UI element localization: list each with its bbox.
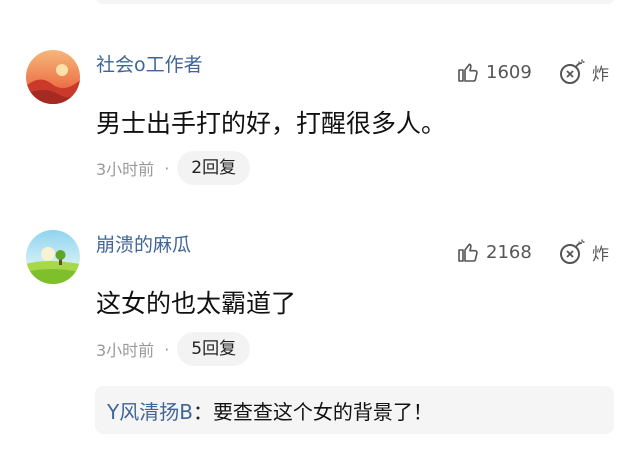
reply-text: 要查查这个女的背景了！ bbox=[212, 399, 433, 424]
replies-button[interactable]: 2回复 bbox=[177, 151, 251, 185]
bomb-button[interactable]: 炸 bbox=[558, 238, 609, 266]
bomb-icon bbox=[560, 239, 585, 264]
comment-meta: 3小时前 · 2回复 bbox=[96, 151, 251, 185]
replies-button[interactable]: 5回复 bbox=[177, 332, 251, 366]
comment-text: 男士出手打的好，打醒很多人。 bbox=[96, 109, 447, 138]
thumbs-up-icon bbox=[458, 63, 478, 82]
bomb-label: 炸 bbox=[592, 64, 609, 85]
comment-username[interactable]: 崩溃的麻瓜 bbox=[96, 230, 191, 257]
meta-dot: · bbox=[164, 339, 170, 359]
avatar[interactable] bbox=[26, 50, 80, 104]
reply-separator: ： bbox=[192, 399, 213, 424]
like-button[interactable]: 2168 bbox=[456, 238, 532, 266]
reply-preview[interactable]: Y风清扬B ： 要查查这个女的背景了！ bbox=[95, 386, 614, 434]
thumbs-up-icon bbox=[458, 243, 478, 262]
like-count: 2168 bbox=[486, 241, 532, 263]
comment-text: 这女的也太霸道了 bbox=[96, 289, 297, 318]
comment-time: 3小时前 bbox=[96, 160, 155, 179]
avatar[interactable] bbox=[26, 230, 80, 284]
bomb-label: 炸 bbox=[592, 244, 609, 265]
comment-username[interactable]: 社会o工作者 bbox=[96, 50, 203, 77]
sunset-avatar-icon bbox=[26, 50, 80, 104]
reply-username[interactable]: Y风清扬B bbox=[107, 396, 193, 425]
meta-dot: · bbox=[164, 158, 170, 178]
comment-time: 3小时前 bbox=[96, 341, 155, 360]
like-button[interactable]: 1609 bbox=[456, 58, 532, 86]
bomb-button[interactable]: 炸 bbox=[558, 58, 609, 86]
like-count: 1609 bbox=[486, 61, 532, 83]
bomb-icon bbox=[560, 59, 585, 84]
meadow-avatar-icon bbox=[26, 230, 80, 284]
comment-meta: 3小时前 · 5回复 bbox=[96, 332, 251, 366]
previous-reply-box bbox=[95, 0, 615, 4]
